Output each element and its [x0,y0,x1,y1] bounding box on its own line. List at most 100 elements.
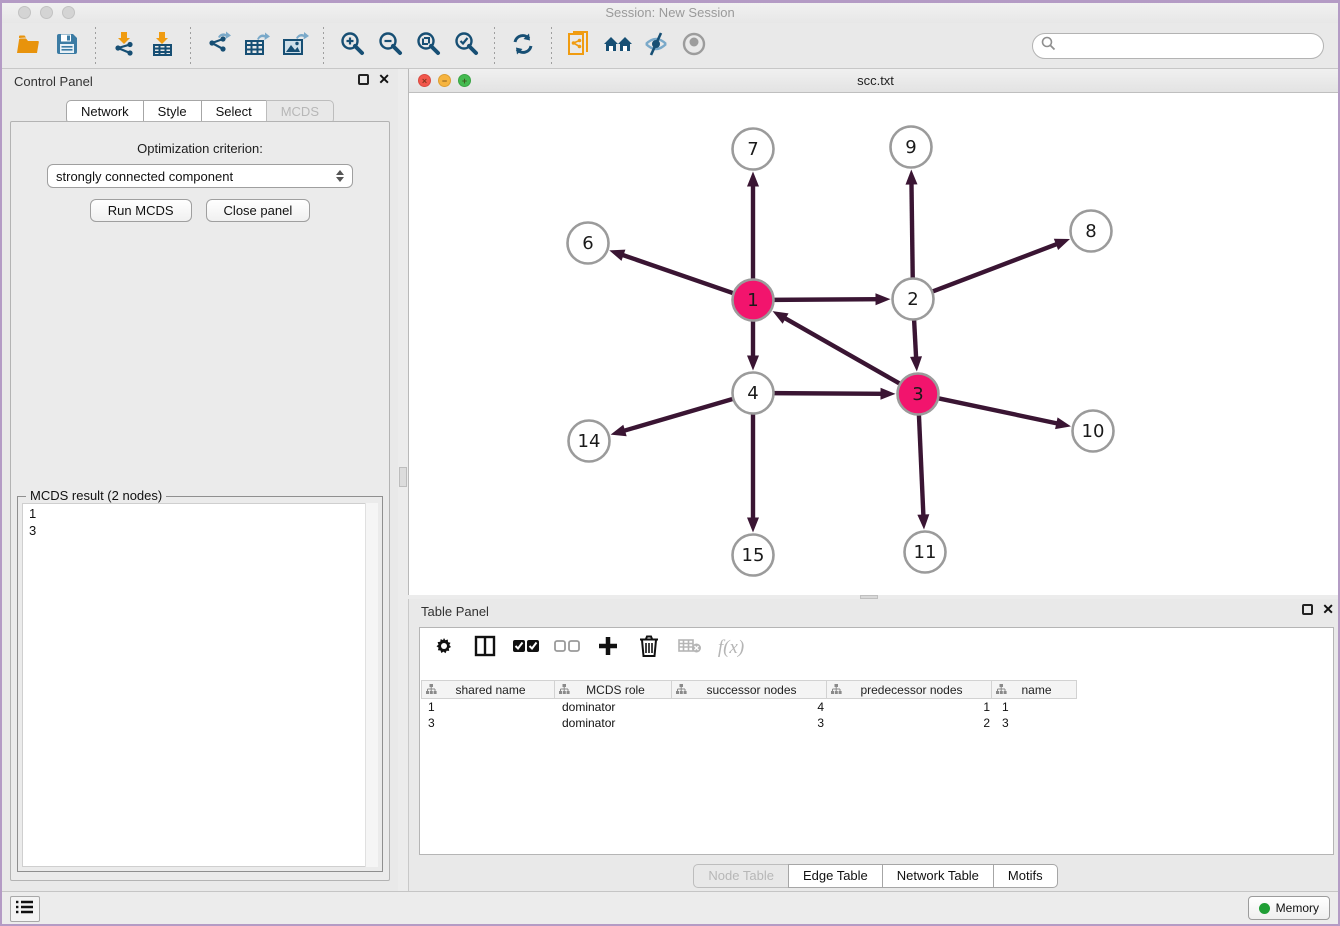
toggle-column-panel-button[interactable] [473,636,497,660]
node-2[interactable]: 2 [893,279,934,320]
zoom-in-button[interactable] [333,28,371,64]
table-cell[interactable]: 3 [422,716,556,730]
node-1[interactable]: 1 [733,280,774,321]
edge-1-6[interactable] [609,250,735,294]
memory-button[interactable]: Memory [1248,896,1330,920]
column-header-predecessor-nodes[interactable]: predecessor nodes [826,680,992,699]
svg-text:14: 14 [578,431,601,452]
unchecked-boxes-icon [554,639,580,658]
edge-3-11[interactable] [917,413,929,530]
edge-4-15[interactable] [747,412,759,533]
refresh-view-button[interactable] [504,28,542,64]
node-8[interactable]: 8 [1071,211,1112,252]
toolbar-separator [551,27,552,65]
zoom-fit-button[interactable] [409,28,447,64]
list-icon [16,899,34,920]
edge-4-3[interactable] [772,388,896,400]
edge-1-7[interactable] [747,172,759,282]
node-4[interactable]: 4 [733,373,774,414]
network-graph-canvas[interactable]: 7 9 6 8 1 2 4 3 14 10 15 11 [409,93,1340,595]
function-builder-button-disabled[interactable]: f(x) [719,636,743,660]
column-header-shared-name[interactable]: shared name [421,680,555,699]
node-15[interactable]: 15 [733,535,774,576]
export-image-button[interactable] [276,28,314,64]
toggle-view-button[interactable] [675,28,713,64]
column-header-MCDS-role[interactable]: MCDS role [554,680,672,699]
float-table-panel-icon[interactable] [1302,604,1313,615]
table-cell[interactable]: 1 [996,700,1082,714]
edge-1-4[interactable] [747,319,759,371]
import-network-button[interactable] [105,28,143,64]
mcds-result-title: MCDS result (2 nodes) [26,488,166,503]
table-cell[interactable]: dominator [556,700,674,714]
network-window-titlebar: × − + scc.txt [409,69,1340,93]
tab-node-table[interactable]: Node Table [693,864,789,888]
edge-1-2[interactable] [772,293,891,305]
run-mcds-button[interactable]: Run MCDS [90,199,192,222]
column-header-successor-nodes[interactable]: successor nodes [671,680,827,699]
hide-network-button[interactable] [637,28,675,64]
clone-network-button[interactable] [561,28,599,64]
table-cell[interactable]: 3 [996,716,1082,730]
close-panel-icon[interactable]: ✕ [378,74,390,85]
table-cell[interactable]: 4 [674,700,830,714]
table-cell[interactable]: 3 [674,716,830,730]
show-all-networks-button[interactable] [599,28,637,64]
tab-edge-table[interactable]: Edge Table [788,864,883,888]
edge-3-1[interactable] [773,311,902,384]
table-cell[interactable]: 1 [422,700,556,714]
node-14[interactable]: 14 [569,421,610,462]
delete-column-button[interactable] [637,636,661,660]
zoom-selected-button[interactable] [447,28,485,64]
close-panel-button[interactable]: Close panel [206,199,311,222]
close-table-panel-icon[interactable]: ✕ [1322,604,1334,615]
import-table-button[interactable] [143,28,181,64]
column-type-icon [996,683,1007,697]
node-11[interactable]: 11 [905,532,946,573]
search-input[interactable] [1062,38,1315,53]
open-file-button[interactable] [10,28,48,64]
gear-icon [434,636,454,661]
select-all-button[interactable] [514,636,538,660]
edge-2-3[interactable] [910,318,922,372]
deselect-all-button[interactable] [555,636,579,660]
table-cell[interactable]: dominator [556,716,674,730]
svg-text:11: 11 [914,542,937,563]
node-9[interactable]: 9 [891,127,932,168]
table-settings-button[interactable] [432,636,456,660]
vertical-splitter[interactable] [398,69,408,891]
mcds-result-text[interactable]: 1 3 [22,503,378,867]
save-session-button[interactable] [48,28,86,64]
table-header-row: shared nameMCDS rolesuccessor nodesprede… [422,680,1077,699]
table-cell[interactable]: 1 [830,700,996,714]
float-panel-icon[interactable] [358,74,369,85]
node-10[interactable]: 10 [1073,411,1114,452]
main-toolbar [2,23,1338,69]
table-cell[interactable]: 2 [830,716,996,730]
column-header-name[interactable]: name [991,680,1077,699]
edge-2-9[interactable] [905,169,917,280]
search-field[interactable] [1032,33,1324,59]
node-3[interactable]: 3 [898,374,939,415]
delete-table-button-disabled[interactable] [678,636,702,660]
result-scrollbar[interactable] [365,503,378,867]
task-history-button[interactable] [10,896,40,922]
splitter-handle[interactable] [399,467,407,487]
export-network-button[interactable] [200,28,238,64]
mcds-tab-page: Optimization criterion: strongly connect… [10,121,390,881]
criterion-select[interactable]: strongly connected component [47,164,353,188]
table-panel: Table Panel ✕ [408,599,1340,891]
toolbar-separator [190,27,191,65]
zoom-out-button[interactable] [371,28,409,64]
edge-2-8[interactable] [931,239,1070,292]
node-6[interactable]: 6 [568,223,609,264]
table-row[interactable]: 1dominator411 [422,699,1331,715]
tab-motifs[interactable]: Motifs [993,864,1058,888]
export-table-button[interactable] [238,28,276,64]
table-row[interactable]: 3dominator323 [422,715,1331,731]
edge-4-14[interactable] [611,398,735,436]
node-7[interactable]: 7 [733,129,774,170]
add-column-button[interactable] [596,636,620,660]
edge-3-10[interactable] [937,398,1071,429]
tab-network-table[interactable]: Network Table [882,864,994,888]
